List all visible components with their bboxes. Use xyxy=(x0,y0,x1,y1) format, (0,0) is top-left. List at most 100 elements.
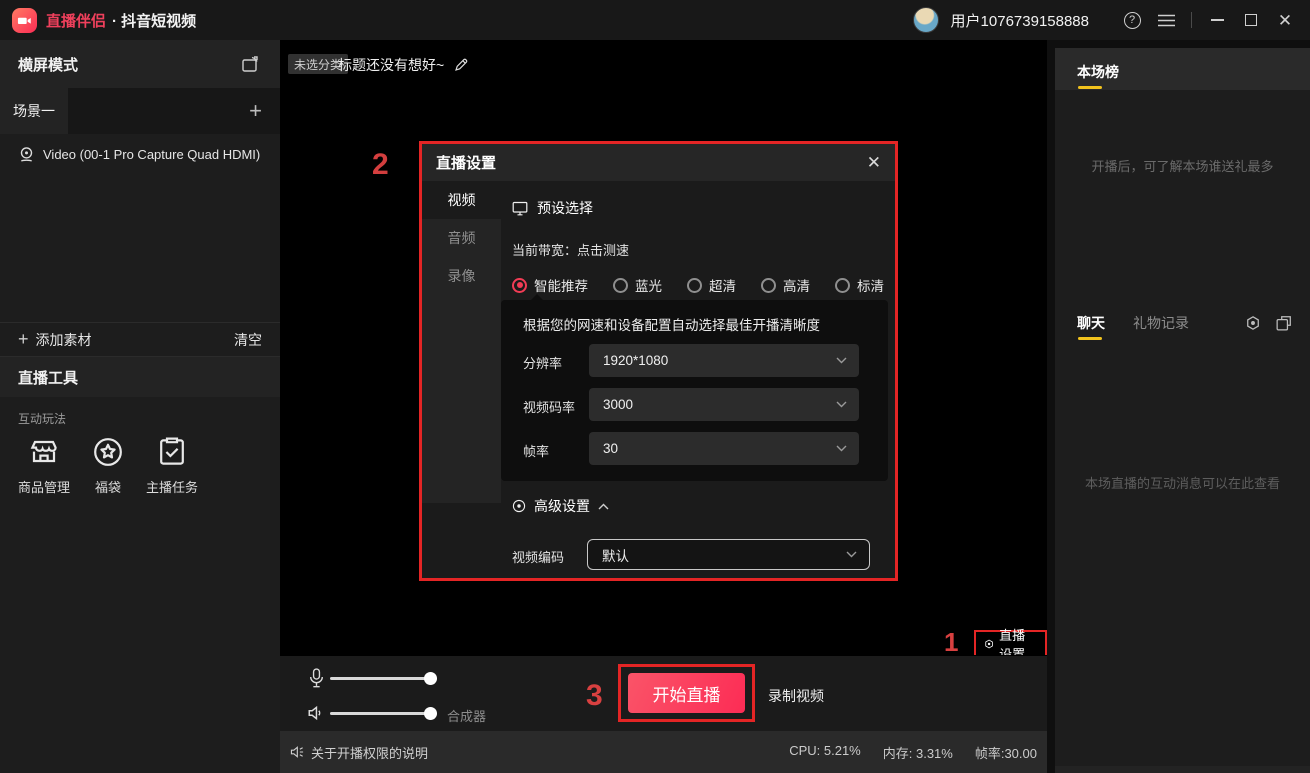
radio-standard-clear[interactable]: 标清 xyxy=(835,275,884,295)
left-sidebar: 横屏模式 场景一 + Video (00-1 Pro Capture Quad … xyxy=(0,40,280,773)
live-settings-button[interactable]: 直播设置 xyxy=(974,630,1047,658)
start-live-annotation-box: 开始直播 xyxy=(618,664,755,722)
username[interactable]: 用户1076739158888 xyxy=(951,10,1089,31)
dialog-tab-record[interactable]: 录像 xyxy=(422,257,501,295)
dialog-close-icon[interactable]: ✕ xyxy=(867,153,881,173)
tool-goods-manage[interactable]: 商品管理 xyxy=(18,435,70,496)
framerate-label: 帧率 xyxy=(523,441,549,460)
radio-blu-ray[interactable]: 蓝光 xyxy=(613,275,662,295)
panel-pointer xyxy=(530,287,544,301)
source-item[interactable]: Video (00-1 Pro Capture Quad HDMI) xyxy=(0,140,280,168)
dialog-title-bar: 直播设置 ✕ xyxy=(422,144,895,181)
radio-icon xyxy=(835,278,850,293)
dialog-tab-audio[interactable]: 音频 xyxy=(422,219,501,257)
storefront-icon xyxy=(27,435,61,469)
mic-slider-knob[interactable] xyxy=(424,672,437,685)
add-scene-icon[interactable]: + xyxy=(249,98,262,124)
user-avatar[interactable] xyxy=(913,7,939,33)
resolution-select[interactable]: 1920*1080 xyxy=(589,344,859,377)
star-circle-icon xyxy=(91,435,125,469)
resolution-label: 分辨率 xyxy=(523,353,562,372)
start-live-button[interactable]: 开始直播 xyxy=(628,673,745,713)
edit-pencil-icon[interactable] xyxy=(454,58,468,72)
bitrate-label: 视频码率 xyxy=(523,397,575,416)
tools-row: 商品管理 福袋 主播任务 xyxy=(18,435,198,496)
rotate-screen-icon[interactable] xyxy=(242,56,260,73)
auto-config-panel: 根据您的网速和设备配置自动选择最佳开播清晰度 分辨率 1920*1080 视频码… xyxy=(501,300,888,481)
framerate-select[interactable]: 30 xyxy=(589,432,859,465)
ranking-header: 本场榜 xyxy=(1055,48,1310,90)
speaker-icon[interactable] xyxy=(307,704,325,722)
menu-icon[interactable] xyxy=(1149,5,1183,35)
add-material-button[interactable]: + 添加素材 xyxy=(18,329,92,350)
chat-input-row: 发送 xyxy=(1055,766,1310,773)
close-button[interactable]: ✕ xyxy=(1268,5,1302,35)
mixer-slider-knob[interactable] xyxy=(424,707,437,720)
memory-stat: 内存: 3.31% xyxy=(883,743,953,762)
advanced-settings-toggle[interactable]: 高级设置 xyxy=(512,496,609,516)
encoder-select[interactable]: 默认 xyxy=(587,539,870,570)
chat-settings-icon[interactable] xyxy=(1245,315,1261,331)
source-label: Video (00-1 Pro Capture Quad HDMI) xyxy=(43,147,260,162)
titlebar-divider xyxy=(1191,12,1192,28)
stream-title: 标题还没有想好~ xyxy=(338,55,444,75)
app-subtitle: · 抖音短视频 xyxy=(112,10,196,31)
radio-icon xyxy=(761,278,776,293)
app-window: 直播伴侣 · 抖音短视频 用户1076739158888 ? ✕ 横屏模式 场景… xyxy=(0,0,1310,773)
popout-window-icon[interactable] xyxy=(1276,315,1292,331)
minimize-button[interactable] xyxy=(1200,5,1234,35)
app-name: 直播伴侣 xyxy=(46,10,106,31)
auto-config-hint: 根据您的网速和设备配置自动选择最佳开播清晰度 xyxy=(523,314,820,334)
bandwidth-label[interactable]: 当前带宽：点击测速 xyxy=(512,240,629,259)
radio-high-clear[interactable]: 高清 xyxy=(761,275,810,295)
right-panel: 本场榜 开播后，可了解本场谁送礼最多 聊天 礼物记录 本场直播的互动消息可以在此… xyxy=(1055,40,1310,773)
clear-button[interactable]: 清空 xyxy=(234,330,262,350)
webcam-icon xyxy=(18,146,35,163)
chat-empty-text: 本场直播的互动消息可以在此查看 xyxy=(1055,473,1310,492)
record-video-button[interactable]: 录制视频 xyxy=(768,686,824,706)
tab-session-ranking[interactable]: 本场榜 xyxy=(1077,62,1119,82)
active-tab-underline xyxy=(1078,86,1102,89)
radio-ultra-clear[interactable]: 超清 xyxy=(687,275,736,295)
app-logo-icon xyxy=(12,8,37,33)
announce-icon xyxy=(290,745,305,759)
tool-anchor-task[interactable]: 主播任务 xyxy=(146,435,198,496)
title-bar: 直播伴侣 · 抖音短视频 用户1076739158888 ? ✕ xyxy=(0,0,1310,40)
chat-panel: 聊天 礼物记录 本场直播的互动消息可以在此查看 发送 xyxy=(1055,301,1310,773)
chevron-down-icon xyxy=(846,551,857,558)
cpu-stat: CPU: 5.21% xyxy=(789,743,861,762)
mic-volume-slider[interactable] xyxy=(330,677,437,680)
radio-icon xyxy=(687,278,702,293)
quality-radio-group: 智能推荐 蓝光 超清 高清 标清 xyxy=(512,275,884,295)
fps-stat: 帧率:30.00 xyxy=(975,743,1037,762)
maximize-button[interactable] xyxy=(1234,5,1268,35)
chevron-down-icon xyxy=(836,357,847,364)
dialog-title: 直播设置 xyxy=(436,152,496,173)
bitrate-select[interactable]: 3000 xyxy=(589,388,859,421)
controls-bar: 合成器 3 开始直播 录制视频 xyxy=(280,655,1047,731)
chat-header: 聊天 礼物记录 xyxy=(1055,301,1310,345)
preset-section-label: 预设选择 xyxy=(537,198,593,218)
tab-chat[interactable]: 聊天 xyxy=(1077,313,1105,333)
scene-tabs-row: 场景一 + xyxy=(0,88,280,134)
preset-section-row: 预设选择 xyxy=(512,198,593,218)
radio-icon xyxy=(512,278,527,293)
help-icon[interactable]: ? xyxy=(1115,5,1149,35)
mode-title: 横屏模式 xyxy=(18,54,78,75)
microphone-icon[interactable] xyxy=(308,668,325,688)
gear-icon xyxy=(512,499,526,513)
radio-smart-recommend[interactable]: 智能推荐 xyxy=(512,275,588,295)
chevron-down-icon xyxy=(836,445,847,452)
tools-title: 直播工具 xyxy=(18,367,78,388)
dialog-tab-video[interactable]: 视频 xyxy=(422,181,501,219)
encoder-label: 视频编码 xyxy=(512,547,564,566)
scene-tab-1[interactable]: 场景一 xyxy=(0,88,68,134)
mixer-volume-slider[interactable] xyxy=(330,712,437,715)
tool-lucky-bag[interactable]: 福袋 xyxy=(82,435,134,496)
annotation-step-3: 3 xyxy=(586,679,603,713)
mode-header: 横屏模式 xyxy=(0,40,280,88)
plus-icon: + xyxy=(18,329,29,350)
interactive-play-label: 互动玩法 xyxy=(18,410,66,427)
permission-note-link[interactable]: 关于开播权限的说明 xyxy=(290,743,428,762)
tab-gift-record[interactable]: 礼物记录 xyxy=(1133,313,1189,333)
